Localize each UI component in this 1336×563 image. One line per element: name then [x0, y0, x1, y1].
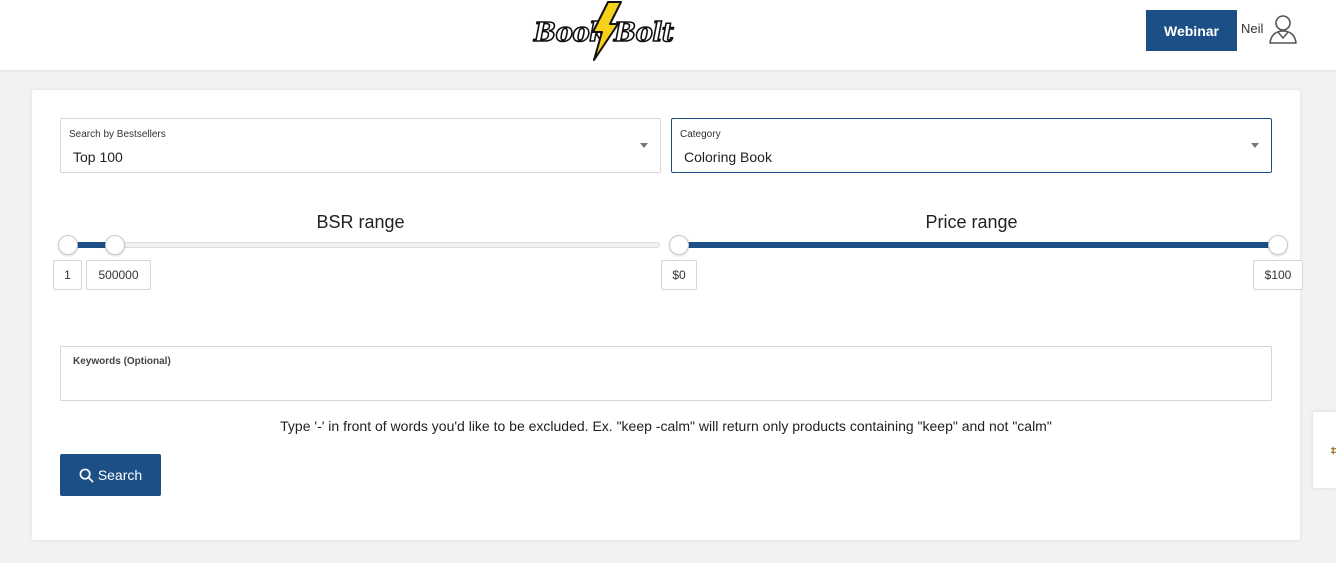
bsr-range-title: BSR range [316, 212, 405, 232]
keywords-input[interactable] [73, 373, 1253, 393]
bestsellers-select[interactable]: Search by Bestsellers Top 100 [60, 118, 661, 173]
bestsellers-value: Top 100 [73, 149, 123, 165]
side-widget-icon: ⌗ [1331, 442, 1336, 458]
bsr-min-handle[interactable] [58, 235, 78, 255]
price-min-value: $0 [661, 260, 697, 290]
keywords-label: Keywords (Optional) [73, 356, 171, 367]
category-select[interactable]: Category Coloring Book [671, 118, 1272, 173]
search-button[interactable]: Search [60, 454, 161, 496]
bsr-slider-track[interactable] [68, 242, 660, 248]
webinar-button[interactable]: Webinar [1146, 10, 1237, 51]
category-label: Category [680, 129, 721, 140]
logo-word-bolt: Bolt [613, 17, 674, 49]
bsr-min-value: 1 [53, 260, 82, 290]
bsr-max-value: 500000 [86, 260, 151, 290]
search-panel: Search by Bestsellers Top 100 Category C… [32, 90, 1303, 540]
price-max-value: $100 [1253, 260, 1303, 290]
search-icon [79, 468, 94, 482]
user-name[interactable]: Neil [1241, 21, 1263, 36]
top-navbar: Book Bolt Webinar Neil [0, 0, 1336, 70]
price-slider-fill [679, 242, 1278, 248]
price-min-handle[interactable] [669, 235, 689, 255]
category-value: Coloring Book [684, 149, 772, 165]
bookbolt-logo[interactable]: Book Bolt [532, 1, 682, 62]
side-widget-tab[interactable]: ⌗ [1313, 412, 1336, 488]
bestsellers-label: Search by Bestsellers [69, 129, 166, 140]
user-avatar-icon[interactable] [1266, 12, 1300, 46]
bsr-max-handle[interactable] [105, 235, 126, 255]
price-range-title: Price range [925, 212, 1018, 232]
keywords-field[interactable]: Keywords (Optional) [60, 346, 1272, 401]
caret-down-icon [1251, 143, 1259, 148]
search-button-label: Search [97, 467, 143, 483]
price-max-handle[interactable] [1268, 235, 1288, 255]
caret-down-icon [640, 143, 648, 148]
exclusion-hint: Type '-' in front of words you'd like to… [280, 418, 1052, 434]
